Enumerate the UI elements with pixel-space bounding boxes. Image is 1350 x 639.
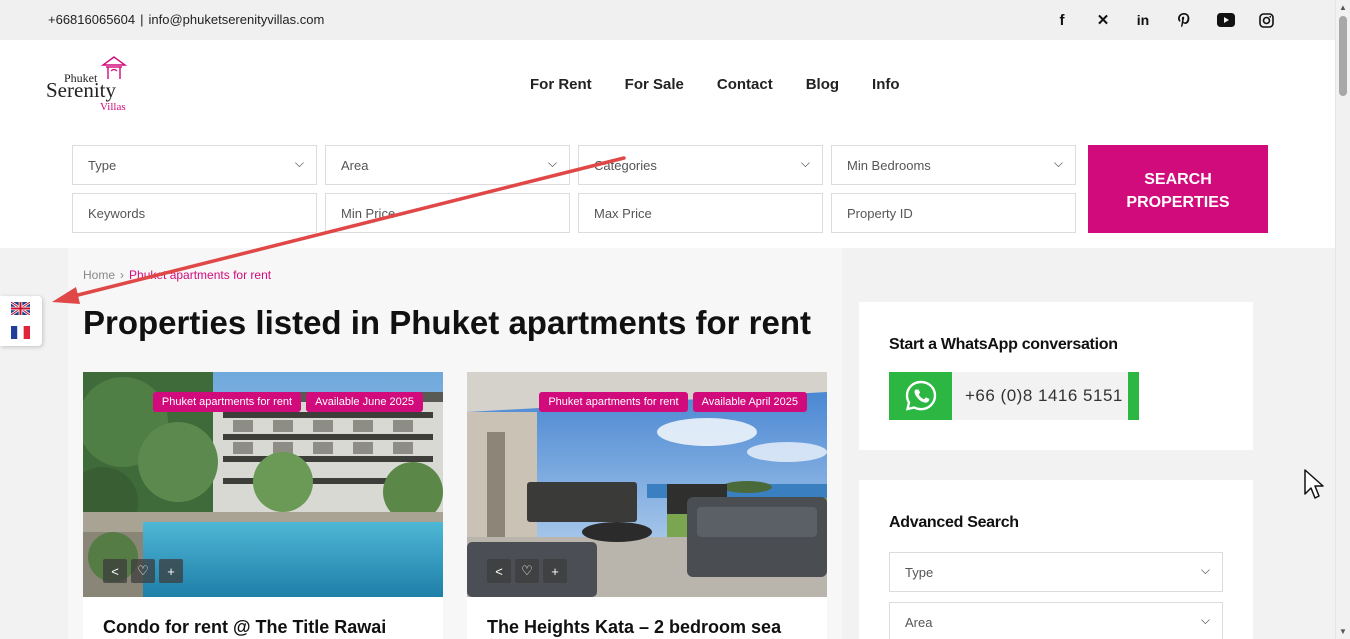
categories-select[interactable]: Categories ⌵ [578, 145, 823, 185]
max-price-placeholder: Max Price [594, 206, 652, 221]
sidebar-area-select[interactable]: Area ⌵ [889, 602, 1223, 639]
scrollbar-thumb[interactable] [1339, 16, 1347, 96]
chevron-down-icon: ⌵ [1200, 613, 1210, 627]
pinterest-icon[interactable] [1174, 10, 1194, 30]
nav-for-rent[interactable]: For Rent [530, 76, 592, 93]
advanced-search-heading: Advanced Search [889, 514, 1019, 531]
sidebar-type-select[interactable]: Type ⌵ [889, 552, 1223, 592]
advanced-search-panel: Advanced Search Type ⌵ Area ⌵ [859, 480, 1253, 639]
min-bedrooms-select-label: Min Bedrooms [847, 158, 931, 173]
linkedin-icon[interactable]: in [1133, 10, 1153, 30]
share-icon[interactable]: < [103, 559, 127, 583]
type-select-label: Type [88, 158, 117, 173]
whatsapp-panel: Start a WhatsApp conversation +66 (0)8 1… [859, 302, 1253, 450]
whatsapp-heading: Start a WhatsApp conversation [889, 336, 1118, 353]
max-price-input[interactable]: Max Price [578, 193, 823, 233]
share-icon[interactable]: < [487, 559, 511, 583]
breadcrumb-home[interactable]: Home [83, 268, 115, 282]
listing-tools: < ♡ + [103, 559, 183, 583]
language-switcher [0, 296, 42, 346]
mouse-cursor-icon [1304, 469, 1324, 499]
keywords-placeholder: Keywords [88, 206, 146, 221]
plus-icon[interactable]: + [159, 559, 183, 583]
nav-blog[interactable]: Blog [806, 76, 839, 93]
whatsapp-button[interactable]: +66 (0)8 1416 5151 [889, 372, 1139, 420]
min-price-input[interactable]: Min Price [325, 193, 570, 233]
instagram-icon[interactable] [1256, 10, 1276, 30]
chevron-down-icon: ⌵ [1200, 563, 1210, 577]
type-select[interactable]: Type ⌵ [72, 145, 317, 185]
chevron-down-icon: ⌵ [800, 156, 810, 170]
nav-contact[interactable]: Contact [717, 76, 773, 93]
heart-icon[interactable]: ♡ [131, 559, 155, 583]
plus-icon[interactable]: + [543, 559, 567, 583]
category-badge[interactable]: Phuket apartments for rent [539, 392, 688, 412]
search-button-line-2: PROPERTIES [1126, 194, 1230, 211]
x-icon[interactable]: ✕ [1093, 10, 1113, 30]
site-logo[interactable]: Phuket Serenity Villas [46, 56, 138, 118]
breadcrumb-current: Phuket apartments for rent [129, 268, 272, 282]
logo-line-2: Serenity [46, 78, 116, 102]
sidebar-type-label: Type [905, 565, 934, 580]
scroll-down-icon[interactable]: ▼ [1339, 627, 1347, 636]
listing-tools: < ♡ + [487, 559, 567, 583]
page-scrollbar[interactable]: ▲ ▼ [1335, 0, 1350, 639]
top-bar: +66816065604 | info@phuketserenityvillas.c… [0, 0, 1335, 40]
chevron-down-icon: ⌵ [1053, 156, 1063, 170]
property-id-placeholder: Property ID [847, 206, 913, 221]
area-select-label: Area [341, 158, 369, 173]
nav-info[interactable]: Info [872, 76, 900, 93]
site-header: Phuket Serenity Villas For Rent For Sale… [0, 40, 1335, 248]
keywords-input[interactable]: Keywords [72, 193, 317, 233]
categories-select-label: Categories [594, 158, 657, 173]
listing-title[interactable]: Condo for rent @ The Title Rawai [103, 617, 386, 638]
listing-card[interactable]: Phuket apartments for rent Available Apr… [467, 372, 827, 639]
page-title: Properties listed in Phuket apartments f… [83, 304, 811, 341]
min-price-placeholder: Min Price [341, 206, 396, 221]
whatsapp-number: +66 (0)8 1416 5151 [965, 386, 1123, 405]
uk-flag-icon[interactable] [11, 302, 30, 315]
pagoda-logo-icon [101, 56, 127, 79]
whatsapp-icon [889, 372, 952, 420]
availability-badge[interactable]: Available June 2025 [306, 392, 423, 412]
listing-badges: Phuket apartments for rent Available Apr… [539, 392, 807, 412]
listing-title[interactable]: The Heights Kata – 2 bedroom sea [487, 617, 781, 638]
chevron-down-icon: ⌵ [294, 156, 304, 170]
sidebar-area-label: Area [905, 615, 933, 630]
search-button-line-1: SEARCH [1144, 171, 1212, 188]
area-select[interactable]: Area ⌵ [325, 145, 570, 185]
chevron-down-icon: ⌵ [547, 156, 557, 170]
search-properties-button[interactable]: SEARCH PROPERTIES [1088, 145, 1268, 233]
france-flag-icon[interactable] [11, 326, 30, 339]
availability-badge[interactable]: Available April 2025 [692, 392, 807, 412]
category-badge[interactable]: Phuket apartments for rent [152, 392, 302, 412]
social-links: f ✕ in [0, 10, 1335, 30]
youtube-icon[interactable] [1216, 10, 1236, 30]
nav-for-sale[interactable]: For Sale [625, 76, 684, 93]
property-id-input[interactable]: Property ID [831, 193, 1076, 233]
breadcrumb: Home › Phuket apartments for rent [83, 268, 271, 282]
scroll-up-icon[interactable]: ▲ [1339, 3, 1347, 12]
listing-card[interactable]: Phuket apartments for rent Available Jun… [83, 372, 443, 639]
facebook-icon[interactable]: f [1052, 10, 1072, 30]
chevron-right-icon: › [120, 268, 125, 282]
listing-badges: Phuket apartments for rent Available Jun… [152, 392, 423, 412]
logo-line-3: Villas [100, 101, 126, 113]
heart-icon[interactable]: ♡ [515, 559, 539, 583]
main-nav: For Rent For Sale Contact Blog Info [530, 76, 933, 93]
min-bedrooms-select[interactable]: Min Bedrooms ⌵ [831, 145, 1076, 185]
